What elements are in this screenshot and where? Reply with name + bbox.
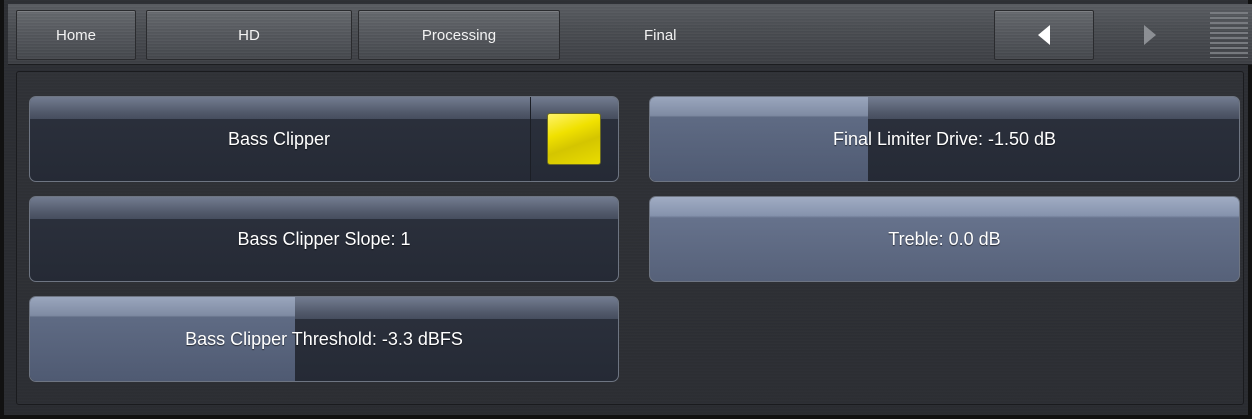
bass-clipper-threshold-label: Bass Clipper Threshold: -3.3 dBFS — [185, 328, 463, 349]
nav-next-button[interactable] — [1144, 10, 1164, 60]
nav-current-page: Final — [644, 10, 677, 60]
nav-processing-button[interactable]: Processing — [358, 10, 560, 60]
menu-lines-icon[interactable] — [1210, 12, 1248, 58]
treble-slider[interactable]: Treble: 0.0 dB — [649, 196, 1240, 282]
nav-current-label: Final — [644, 26, 677, 44]
triangle-left-icon — [1038, 25, 1050, 45]
nav-hd-button[interactable]: HD — [146, 10, 352, 60]
top-nav-bar: Home HD Processing Final — [8, 4, 1252, 65]
nav-hd-label: HD — [238, 26, 260, 44]
triangle-right-icon — [1144, 25, 1156, 45]
app-frame: Home HD Processing Final Bass Clipper Ba… — [0, 0, 1252, 419]
nav-home-button[interactable]: Home — [16, 10, 136, 60]
toggle-divider — [530, 97, 531, 181]
nav-home-label: Home — [55, 26, 96, 44]
bass-clipper-toggle[interactable]: Bass Clipper — [29, 96, 619, 182]
bass-clipper-indicator[interactable] — [547, 113, 601, 165]
processing-panel: Bass Clipper Bass Clipper Slope: 1 Bass … — [16, 71, 1244, 405]
bass-clipper-slope-label: Bass Clipper Slope: 1 — [237, 228, 411, 249]
final-limiter-drive-slider[interactable]: Final Limiter Drive: -1.50 dB — [649, 96, 1240, 182]
bass-clipper-threshold-slider[interactable]: Bass Clipper Threshold: -3.3 dBFS — [29, 296, 619, 382]
final-limiter-drive-label: Final Limiter Drive: -1.50 dB — [832, 128, 1057, 149]
bass-clipper-label: Bass Clipper — [227, 128, 331, 149]
nav-processing-label: Processing — [421, 26, 497, 44]
bass-clipper-slope-control[interactable]: Bass Clipper Slope: 1 — [29, 196, 619, 282]
nav-prev-button[interactable] — [994, 10, 1094, 60]
treble-label: Treble: 0.0 dB — [888, 228, 1001, 249]
